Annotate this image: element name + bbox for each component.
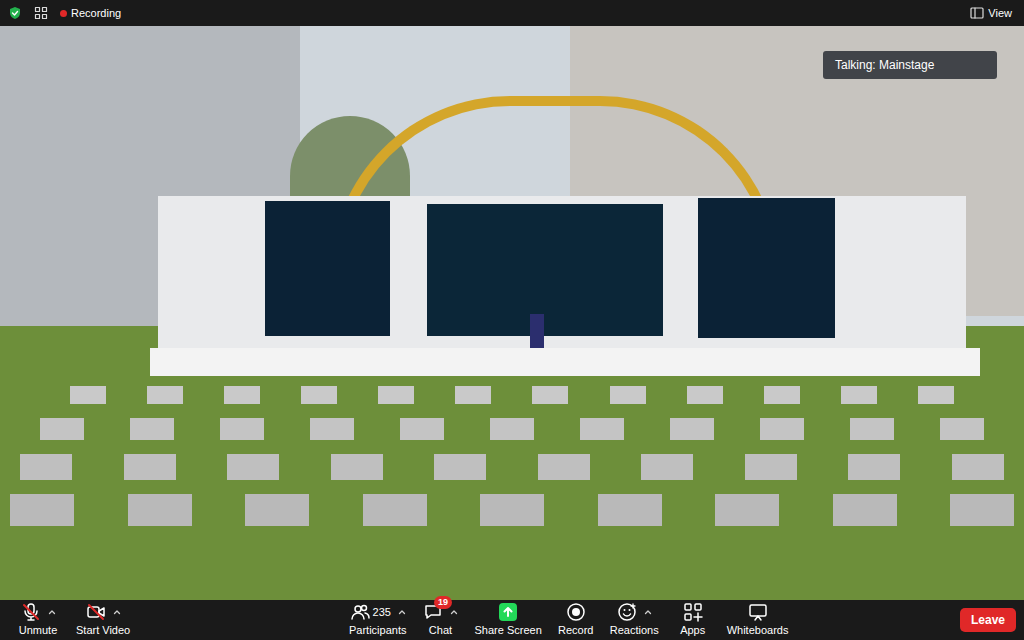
recording-indicator: Recording bbox=[60, 5, 121, 22]
toolbar-record-button[interactable]: Record bbox=[548, 600, 604, 640]
participant-count: 235 bbox=[373, 604, 391, 621]
stage-floor bbox=[150, 348, 980, 376]
record-icon bbox=[566, 602, 586, 622]
podium bbox=[530, 314, 544, 348]
right-screen bbox=[698, 198, 835, 338]
caret-up-icon[interactable] bbox=[398, 608, 406, 616]
recording-dot bbox=[60, 10, 67, 17]
camera-icon bbox=[86, 602, 106, 622]
shield-check-icon bbox=[8, 6, 22, 20]
toolbar-video-button[interactable]: Start Video bbox=[72, 600, 134, 640]
left-screen bbox=[265, 201, 390, 336]
smiley-icon bbox=[617, 602, 637, 622]
video-frame: Talking: Mainstage bbox=[0, 26, 1024, 600]
microphone-icon bbox=[21, 602, 41, 622]
caret-up-icon[interactable] bbox=[450, 608, 458, 616]
meeting-toolbar: UnmuteStart Video 235Participants19ChatSh… bbox=[0, 600, 1024, 640]
toolbar-mic-button[interactable]: Unmute bbox=[10, 600, 66, 640]
chat-badge: 19 bbox=[434, 596, 452, 609]
toolbar-apps-button[interactable]: Apps bbox=[665, 600, 721, 640]
view-layout-icon bbox=[970, 7, 984, 19]
toolbar-participants-button[interactable]: 235Participants bbox=[345, 600, 410, 640]
talking-indicator: Talking: Mainstage bbox=[823, 51, 997, 79]
toolbar-chat-button[interactable]: 19Chat bbox=[412, 600, 468, 640]
grid-icon bbox=[34, 6, 48, 20]
top-bar: Recording View bbox=[0, 0, 1024, 26]
caret-up-icon[interactable] bbox=[644, 608, 652, 616]
apps-grid-icon bbox=[683, 602, 703, 622]
toolbar-reactions-button[interactable]: Reactions bbox=[606, 600, 663, 640]
leave-button[interactable]: Leave bbox=[960, 608, 1016, 632]
toolbar-whiteboards-button[interactable]: Whiteboards bbox=[723, 600, 793, 640]
center-screen bbox=[427, 204, 663, 336]
toolbar-share-button[interactable]: Share Screen bbox=[470, 600, 545, 640]
view-button[interactable]: View bbox=[970, 5, 1012, 22]
caret-up-icon[interactable] bbox=[113, 608, 121, 616]
share-arrow-icon bbox=[498, 602, 518, 622]
whiteboard-icon bbox=[748, 602, 768, 622]
people-icon bbox=[350, 602, 370, 622]
seating bbox=[0, 386, 1024, 600]
caret-up-icon[interactable] bbox=[48, 608, 56, 616]
